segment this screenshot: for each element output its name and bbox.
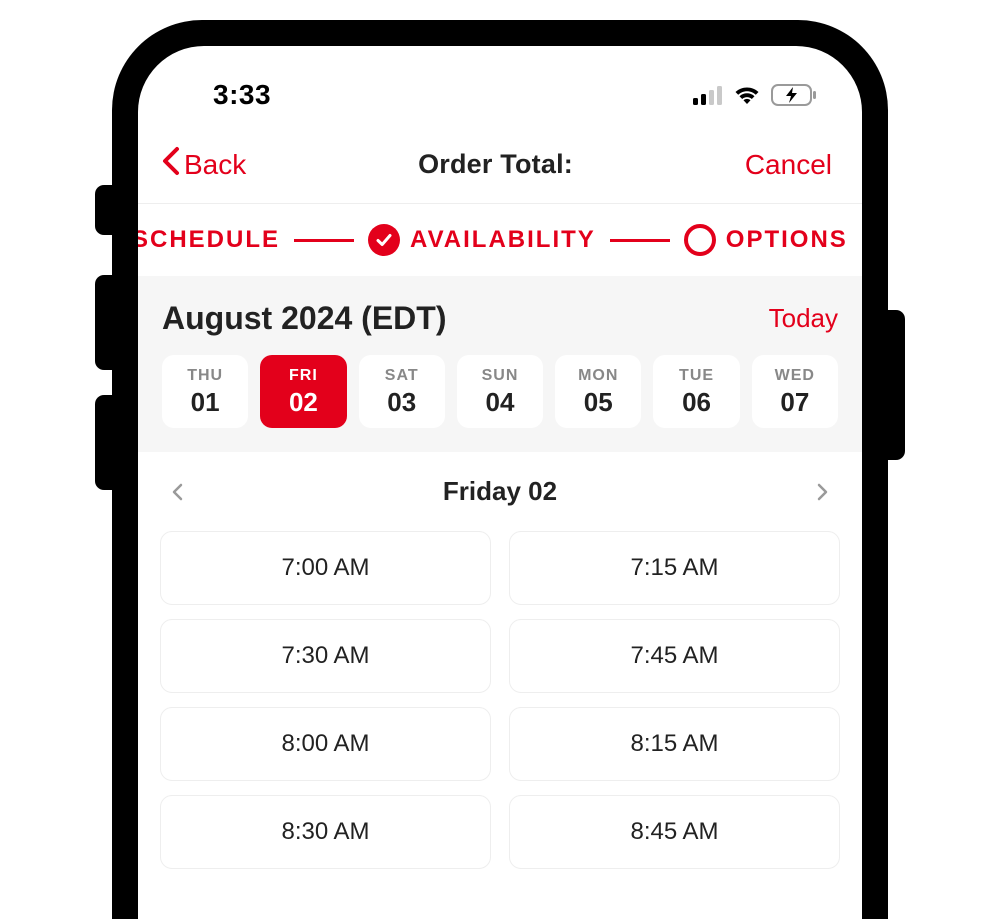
- calendar-day-of-week: FRI: [260, 367, 346, 385]
- step-availability-label[interactable]: AVAILABILITY: [410, 226, 596, 254]
- calendar-day-number: 05: [555, 387, 641, 418]
- calendar-day-strip[interactable]: THU 01 FRI 02 SAT 03 SUN 04 MON 05 TUE 06 WED 07: [162, 355, 838, 428]
- time-slot[interactable]: 8:45 AM: [509, 795, 840, 869]
- calendar-day-number: 04: [457, 387, 543, 418]
- time-slot[interactable]: 8:30 AM: [160, 795, 491, 869]
- phone-power-button: [887, 310, 905, 460]
- calendar-month-block: August 2024 (EDT) Today THU01FRI02SAT03S…: [138, 276, 862, 452]
- back-label: Back: [184, 149, 246, 181]
- calendar-day-cell[interactable]: SUN 04: [457, 355, 543, 428]
- step-schedule-label[interactable]: SCHEDULE: [138, 226, 280, 254]
- cancel-button[interactable]: Cancel: [745, 149, 832, 181]
- calendar-day-of-week: WED: [752, 367, 838, 385]
- calendar-day-number: 06: [653, 387, 739, 418]
- phone-screen: 3:33: [138, 46, 862, 919]
- time-slot-grid: 7:00 AM7:15 AM7:30 AM7:45 AM8:00 AM8:15 …: [138, 531, 862, 869]
- calendar-day-cell[interactable]: WED 07: [752, 355, 838, 428]
- phone-volume-down: [95, 395, 113, 490]
- time-slot[interactable]: 7:15 AM: [509, 531, 840, 605]
- empty-circle-icon: [684, 224, 716, 256]
- chevron-left-icon: [160, 146, 182, 183]
- time-slot[interactable]: 7:30 AM: [160, 619, 491, 693]
- wifi-icon: [733, 85, 761, 105]
- time-slot[interactable]: 7:45 AM: [509, 619, 840, 693]
- calendar-month-title: August 2024 (EDT): [162, 300, 446, 337]
- calendar-day-cell[interactable]: SAT 03: [359, 355, 445, 428]
- battery-charging-icon: [771, 84, 817, 106]
- calendar-day-number: 03: [359, 387, 445, 418]
- previous-day-button[interactable]: [166, 480, 190, 504]
- back-button[interactable]: Back: [160, 146, 246, 183]
- next-day-button[interactable]: [810, 480, 834, 504]
- phone-volume-up: [95, 275, 113, 370]
- calendar-day-cell[interactable]: TUE 06: [653, 355, 739, 428]
- stepper-line: [610, 239, 670, 242]
- calendar-day-of-week: MON: [555, 367, 641, 385]
- calendar-day-cell[interactable]: MON 05: [555, 355, 641, 428]
- calendar-month-header: August 2024 (EDT) Today: [162, 300, 838, 337]
- status-bar: 3:33: [138, 46, 862, 124]
- checkmark-circle-icon: [368, 224, 400, 256]
- step-options-label[interactable]: OPTIONS: [726, 226, 848, 254]
- calendar-day-cell[interactable]: THU 01: [162, 355, 248, 428]
- cellular-signal-icon: [693, 85, 723, 105]
- time-slot[interactable]: 8:00 AM: [160, 707, 491, 781]
- day-navigation: Friday 02: [138, 452, 862, 531]
- status-icons: [693, 84, 817, 106]
- calendar-day-of-week: SUN: [457, 367, 543, 385]
- status-time: 3:33: [213, 79, 271, 111]
- calendar-day-of-week: TUE: [653, 367, 739, 385]
- time-slot[interactable]: 8:15 AM: [509, 707, 840, 781]
- nav-bar: Back Order Total: Cancel: [138, 124, 862, 204]
- time-slot[interactable]: 7:00 AM: [160, 531, 491, 605]
- phone-frame: 3:33: [112, 20, 888, 919]
- selected-day-title: Friday 02: [443, 476, 557, 507]
- calendar-day-number: 02: [260, 387, 346, 418]
- calendar-day-number: 01: [162, 387, 248, 418]
- calendar-day-of-week: THU: [162, 367, 248, 385]
- calendar-day-cell[interactable]: FRI 02: [260, 355, 346, 428]
- calendar-day-number: 07: [752, 387, 838, 418]
- today-button[interactable]: Today: [769, 303, 838, 334]
- calendar-day-of-week: SAT: [359, 367, 445, 385]
- page-title: Order Total:: [418, 149, 573, 180]
- progress-stepper: SCHEDULE AVAILABILITY OPTIONS: [138, 204, 862, 276]
- stepper-line: [294, 239, 354, 242]
- phone-mute-switch: [95, 185, 113, 235]
